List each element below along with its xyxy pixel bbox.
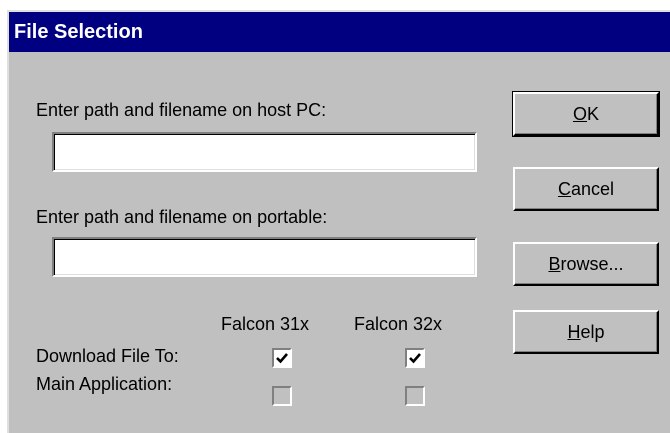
portable-path-input[interactable] bbox=[54, 239, 475, 275]
ok-button[interactable]: OK bbox=[512, 91, 660, 137]
help-button[interactable]: Help bbox=[513, 310, 659, 354]
cancel-accel: C bbox=[557, 179, 571, 199]
portable-path-label: Enter path and filename on portable: bbox=[36, 207, 328, 227]
file-selection-dialog: File Selection Enter path and filename o… bbox=[7, 10, 670, 433]
ok-accel: O bbox=[572, 104, 587, 124]
help-label: elp bbox=[580, 322, 605, 342]
download-file-to-label: Download File To: bbox=[36, 346, 179, 366]
ok-label: K bbox=[587, 104, 600, 124]
host-path-label: Enter path and filename on host PC: bbox=[36, 100, 327, 120]
host-path-field[interactable] bbox=[52, 132, 477, 172]
dialog-title: File Selection bbox=[9, 12, 670, 52]
checkmark-icon bbox=[409, 353, 421, 364]
browse-button[interactable]: Browse... bbox=[513, 242, 659, 286]
falcon-31x-column-label: Falcon 31x bbox=[221, 314, 310, 334]
cancel-button[interactable]: Cancel bbox=[513, 167, 659, 211]
cancel-label: ancel bbox=[570, 179, 615, 199]
download-31x-checkbox[interactable] bbox=[272, 348, 292, 368]
browse-accel: B bbox=[548, 254, 561, 274]
main-app-32x-checkbox[interactable] bbox=[405, 386, 425, 406]
help-accel: H bbox=[567, 322, 581, 342]
falcon-32x-column-label: Falcon 32x bbox=[354, 314, 443, 334]
host-path-input[interactable] bbox=[54, 134, 475, 170]
checkmark-icon bbox=[276, 353, 288, 364]
main-application-label: Main Application: bbox=[36, 374, 173, 394]
download-32x-checkbox[interactable] bbox=[405, 348, 425, 368]
portable-path-field[interactable] bbox=[52, 237, 477, 277]
main-app-31x-checkbox[interactable] bbox=[272, 386, 292, 406]
browse-label: rowse... bbox=[560, 254, 624, 274]
